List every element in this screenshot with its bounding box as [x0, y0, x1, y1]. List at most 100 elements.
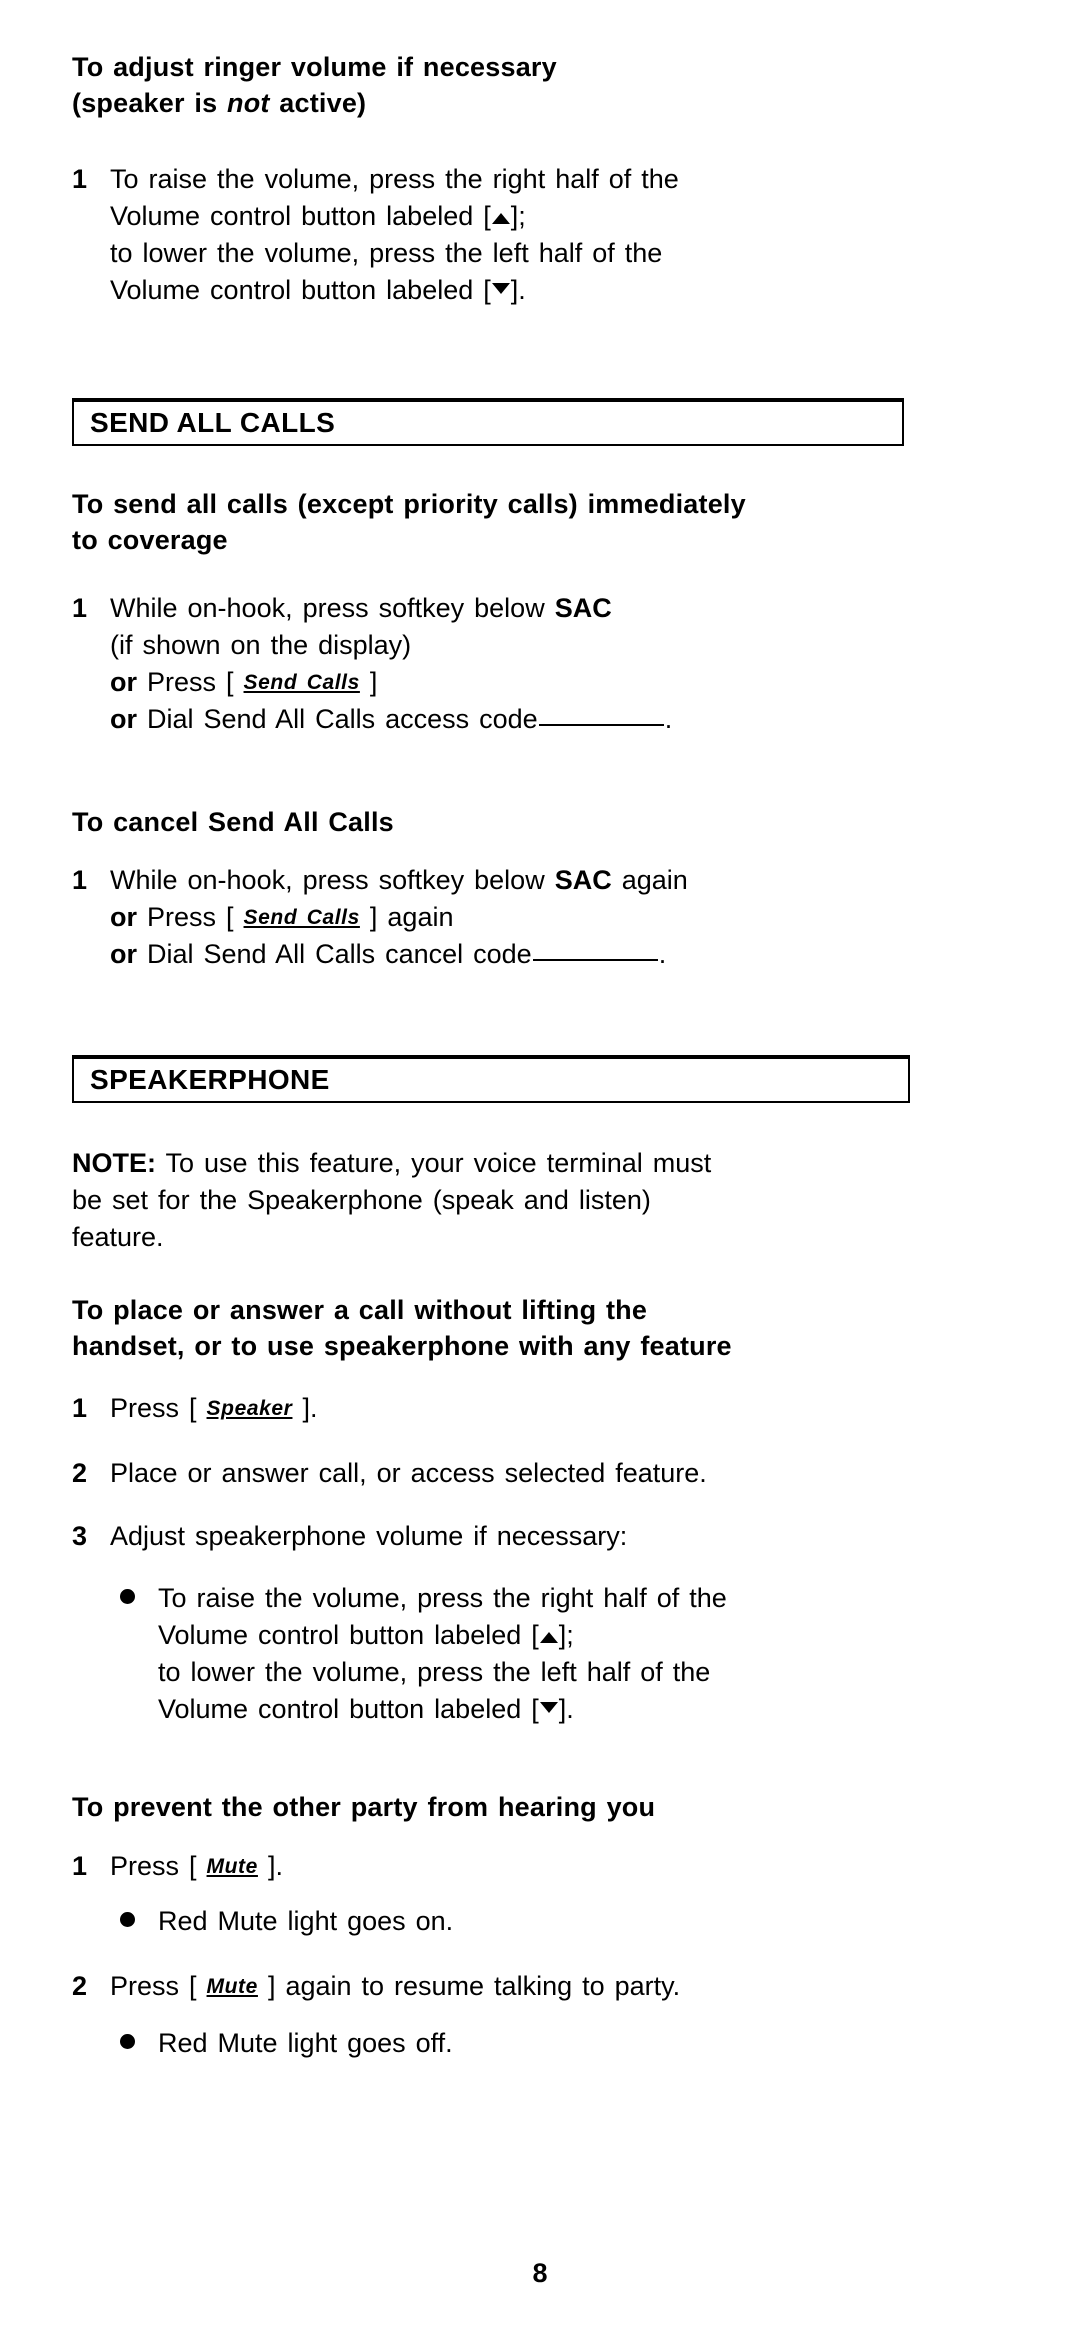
bullet-dot-icon: [110, 1580, 158, 1617]
ringer-step1-line4-post: ].: [510, 274, 526, 305]
sac-step1-line3-post: ]: [359, 666, 378, 697]
ringer-step1-line3: to lower the volume, press the left half…: [110, 237, 663, 268]
step-number: 3: [72, 1521, 88, 1551]
sac-step2-line1-post: again: [611, 865, 688, 895]
spk-bullet-line4: Volume control button labeled [].: [158, 1691, 1050, 1728]
step-text: Place or answer call, or access selected…: [110, 1455, 1012, 1492]
speaker-button-token[interactable]: Speaker: [207, 1397, 293, 1420]
ringer-step1-line2: Volume control button labeled [];: [110, 198, 1012, 235]
ringer-volume-block: To adjust ringer volume if necessary (sp…: [72, 50, 1012, 122]
or-label: or: [110, 938, 137, 969]
access-code-blank: [538, 704, 664, 726]
bullet-text: Red Mute light goes off.: [158, 2025, 1050, 2062]
sac-step1-line3-pre: Press [: [137, 666, 244, 697]
volume-down-triangle-icon: [539, 1698, 559, 1724]
step-number: 2: [72, 1971, 88, 2001]
speakerphone-volume-bullet: To raise the volume, press the right hal…: [110, 1580, 1050, 1728]
mute-button-token[interactable]: Mute: [207, 1855, 258, 1878]
sac-step2-line2-pre: Press [: [137, 901, 244, 932]
bullet-dot-icon: [110, 1903, 158, 1940]
step-number: 1: [72, 1393, 88, 1423]
step-text: Press [ Mute ] again to resume talking t…: [110, 1968, 1012, 2005]
bullet-dot-icon: [110, 2025, 158, 2062]
sac-subheading-line1: To send all calls (except priority calls…: [72, 489, 746, 519]
ringer-step1-line4: Volume control button labeled [].: [110, 272, 1012, 309]
spk-bullet-line2: Volume control button labeled [];: [158, 1617, 1050, 1654]
sac-cancel-heading: To cancel Send All Calls: [72, 807, 394, 837]
ringer-heading-post: active): [269, 87, 367, 118]
speakerphone-step2-line: Place or answer call, or access selected…: [110, 1458, 707, 1488]
or-label: or: [110, 703, 137, 734]
mute-heading: To prevent the other party from hearing …: [72, 1792, 656, 1822]
sac-step2-line2: or Press [ Send Calls ] again: [110, 899, 1012, 936]
ringer-heading-line2: (speaker is not active): [72, 86, 1012, 122]
speakerphone-step-2: 2 Place or answer call, or access select…: [72, 1455, 1012, 1492]
sac-step1-line2: (if shown on the display): [110, 629, 412, 660]
spk-bullet-line2-post: ];: [558, 1619, 574, 1650]
step-text: To raise the volume, press the right hal…: [110, 161, 1012, 309]
step-number: 2: [72, 1458, 88, 1488]
send-calls-button-token[interactable]: Send Calls: [244, 671, 360, 694]
sac-step2-line2-post: ] again: [359, 901, 454, 932]
spk-bullet-line2-pre: Volume control button labeled [: [158, 1619, 539, 1650]
ringer-step1-line2-pre: Volume control button labeled [: [110, 200, 491, 231]
ringer-step1-line4-pre: Volume control button labeled [: [110, 274, 491, 305]
ringer-step1-line1: To raise the volume, press the right hal…: [110, 164, 679, 194]
volume-down-triangle-icon: [491, 279, 511, 305]
mute-step2-post: ] again to resume talking to party.: [257, 1971, 681, 2001]
speakerphone-step-3: 3 Adjust speakerphone volume if necessar…: [72, 1518, 1012, 1555]
or-label: or: [110, 666, 137, 697]
mute-bullet1-line: Red Mute light goes on.: [158, 1906, 454, 1936]
sac-step1-line1: While on-hook, press softkey below SAC: [110, 590, 1012, 627]
sac-step1-line4-pre: Dial Send All Calls access code: [137, 703, 538, 734]
speakerphone-subheading-line2: handset, or to use speakerphone with any…: [72, 1330, 732, 1361]
volume-up-triangle-icon: [491, 205, 511, 231]
speakerphone-subheading-1: To place or answer a call without liftin…: [72, 1293, 1012, 1365]
ringer-heading-emphasis: not: [227, 87, 270, 118]
sac-step1-line3: or Press [ Send Calls ]: [110, 664, 1012, 701]
mute-step-2: 2 Press [ Mute ] again to resume talking…: [72, 1968, 1012, 2005]
sac-step1-line4: or Dial Send All Calls access code.: [110, 701, 1012, 738]
mute-step1-pre: Press [: [110, 1851, 207, 1881]
step-text: Adjust speakerphone volume if necessary:: [110, 1518, 1012, 1555]
sac-subheading-line2: to coverage: [72, 524, 228, 555]
speakerphone-subheading-line1: To place or answer a call without liftin…: [72, 1295, 648, 1325]
manual-page: To adjust ringer volume if necessary (sp…: [0, 0, 1080, 2343]
sac-step1-line4-post: .: [664, 703, 673, 734]
sac-step2-line1: While on-hook, press softkey below SAC a…: [110, 862, 1012, 899]
cancel-code-blank: [532, 939, 658, 961]
mute-step-1: 1 Press [ Mute ].: [72, 1848, 1012, 1885]
mute-step1-post: ].: [257, 1851, 283, 1881]
send-calls-button-token[interactable]: Send Calls: [244, 906, 360, 929]
sac-step2-line1-pre: While on-hook, press softkey below: [110, 865, 555, 895]
speakerphone-note: NOTE: To use this feature, your voice te…: [72, 1145, 1012, 1256]
section-header-speakerphone: SPEAKERPHONE: [72, 1055, 910, 1103]
ringer-step-1: 1 To raise the volume, press the right h…: [72, 161, 1012, 309]
bullet-text: Red Mute light goes on.: [158, 1903, 1050, 1940]
mute-button-token[interactable]: Mute: [207, 1975, 258, 1998]
section-header-send-all-calls: SEND ALL CALLS: [72, 398, 904, 446]
sac-step2-line3-post: .: [658, 938, 667, 969]
sac-softkey-label: SAC: [554, 865, 612, 895]
sac-subheading-1: To send all calls (except priority calls…: [72, 487, 1012, 559]
sac-step2-line3: or Dial Send All Calls cancel code.: [110, 936, 1012, 973]
speakerphone-subheading-2: To prevent the other party from hearing …: [72, 1790, 1012, 1826]
speakerphone-step1-post: ].: [292, 1393, 318, 1423]
spk-bullet-line1: To raise the volume, press the right hal…: [158, 1583, 727, 1613]
sac-step-2: 1 While on-hook, press softkey below SAC…: [72, 862, 1012, 973]
speakerphone-step-1: 1 Press [ Speaker ].: [72, 1390, 1012, 1427]
mute-bullet-2: Red Mute light goes off.: [110, 2025, 1050, 2062]
bullet-text: To raise the volume, press the right hal…: [158, 1580, 1050, 1728]
section-title: SPEAKERPHONE: [90, 1064, 330, 1095]
or-label: or: [110, 901, 137, 932]
sac-step2-line3-pre: Dial Send All Calls cancel code: [137, 938, 532, 969]
mute-bullet-1: Red Mute light goes on.: [110, 1903, 1050, 1940]
spk-bullet-line3: to lower the volume, press the left half…: [158, 1656, 711, 1687]
page-number: 8: [532, 2258, 548, 2288]
spk-bullet-line4-pre: Volume control button labeled [: [158, 1693, 539, 1724]
step-number: 1: [72, 164, 88, 194]
step-text: Press [ Speaker ].: [110, 1390, 1012, 1427]
sac-step1-line1-pre: While on-hook, press softkey below: [110, 593, 555, 623]
step-number: 1: [72, 1851, 88, 1881]
mute-step2-pre: Press [: [110, 1971, 207, 2001]
